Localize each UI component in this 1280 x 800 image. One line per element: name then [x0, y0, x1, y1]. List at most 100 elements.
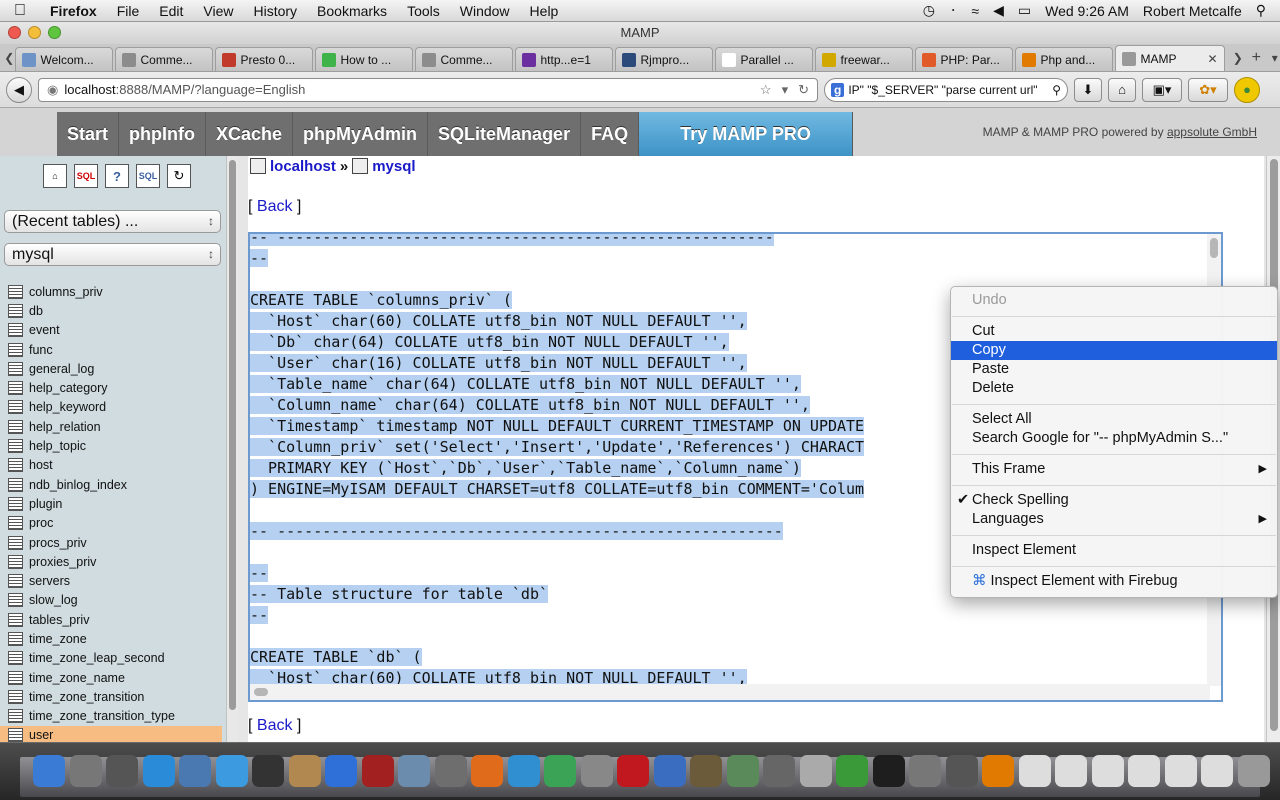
context-menu-item[interactable]: Copy	[951, 341, 1277, 360]
mamp-tab-xcache[interactable]: XCache	[206, 112, 294, 156]
bluetooth-icon[interactable]: ᛫	[949, 3, 957, 19]
app-store-icon[interactable]	[142, 755, 175, 787]
menu-app-firefox[interactable]: Firefox	[40, 3, 107, 19]
preview-icon[interactable]	[179, 755, 211, 787]
document-icon[interactable]	[1164, 755, 1197, 787]
table-name[interactable]: general_log	[29, 362, 94, 376]
textarea-horizontal-scrollbar[interactable]	[250, 684, 1210, 700]
context-menu-item[interactable]: Search Google for "-- phpMyAdmin S..."	[951, 429, 1277, 448]
sql-query-icon[interactable]: SQL	[74, 164, 98, 188]
home-button[interactable]: ⌂	[1108, 77, 1136, 102]
mamp-tab-sqlitemanager[interactable]: SQLiteManager	[428, 112, 582, 156]
home-icon[interactable]: ⌂	[43, 164, 67, 188]
spotlight-icon[interactable]: ⚲	[1256, 2, 1266, 19]
url-dropdown-icon[interactable]: ▾	[782, 82, 789, 98]
browser-tab[interactable]: Php and...	[1014, 47, 1113, 71]
safari-icon[interactable]	[215, 755, 248, 787]
document-icon[interactable]	[1201, 755, 1233, 787]
system-preferences-icon[interactable]	[434, 755, 467, 787]
table-list-item[interactable]: help_keyword	[8, 398, 222, 417]
automator-icon[interactable]	[909, 755, 941, 787]
table-icon[interactable]	[8, 381, 23, 396]
fetch-icon[interactable]	[507, 755, 540, 787]
user-name[interactable]: Robert Metcalfe	[1143, 3, 1242, 19]
url-bar[interactable]: ◉ localhost:8888/MAMP/?language=English …	[38, 77, 818, 102]
table-name[interactable]: help_category	[29, 381, 108, 395]
trash-icon[interactable]	[1237, 755, 1270, 787]
document-icon[interactable]	[1091, 755, 1124, 787]
table-list-item[interactable]: slow_log	[8, 591, 222, 610]
table-icon[interactable]	[8, 361, 23, 376]
minimize-window-icon[interactable]	[28, 26, 41, 39]
document-icon[interactable]	[1128, 755, 1160, 787]
apple-icon[interactable]: 	[0, 2, 40, 20]
terminal-icon[interactable]	[872, 755, 905, 787]
menu-bookmarks[interactable]: Bookmarks	[307, 3, 397, 19]
downloads-icon[interactable]	[945, 755, 978, 787]
table-name[interactable]: help_topic	[29, 439, 86, 453]
table-list-item[interactable]: proxies_priv	[8, 552, 222, 571]
table-name[interactable]: func	[29, 343, 53, 357]
table-list-item[interactable]: columns_priv	[8, 282, 222, 301]
browser-tab[interactable]: Rjmpro...	[614, 47, 713, 71]
back-link[interactable]: Back	[257, 198, 293, 215]
table-list-item[interactable]: time_zone_transition	[8, 687, 222, 706]
close-window-icon[interactable]	[8, 26, 21, 39]
table-icon[interactable]	[8, 342, 23, 357]
browser-tab[interactable]: Presto 0...	[214, 47, 313, 71]
browser-tab[interactable]: freewar...	[814, 47, 913, 71]
browser-tab[interactable]: Parallel ...	[714, 47, 813, 71]
opera-icon[interactable]	[617, 755, 649, 787]
table-icon[interactable]	[8, 709, 23, 724]
mamp-tab-try-pro[interactable]: Try MAMP PRO	[639, 112, 854, 156]
downloads-button[interactable]: ⬇	[1074, 77, 1102, 102]
context-menu-item[interactable]: Paste	[951, 360, 1277, 379]
menu-window[interactable]: Window	[450, 3, 520, 19]
left-frame-scrollbar[interactable]	[226, 156, 238, 742]
archive-icon[interactable]	[580, 755, 613, 787]
iphoto-icon[interactable]	[398, 755, 430, 787]
table-icon[interactable]	[8, 439, 23, 454]
table-name[interactable]: host	[29, 458, 53, 472]
browser-tab[interactable]: How to ...	[314, 47, 413, 71]
zoom-window-icon[interactable]	[48, 26, 61, 39]
table-name[interactable]: ndb_binlog_index	[29, 478, 127, 492]
menu-file[interactable]: File	[107, 3, 150, 19]
table-list-item[interactable]: event	[8, 321, 222, 340]
time-machine-icon[interactable]: ◷	[923, 2, 935, 19]
context-menu-item[interactable]: Inspect Element	[951, 541, 1277, 560]
search-bar[interactable]: g IP" "$_SERVER" "parse current url" ⚲	[824, 77, 1068, 102]
context-menu-item[interactable]: Delete	[951, 379, 1277, 398]
gimp-icon[interactable]	[690, 755, 722, 787]
table-icon[interactable]	[8, 400, 23, 415]
table-name[interactable]: slow_log	[29, 593, 78, 607]
menu-edit[interactable]: Edit	[149, 3, 193, 19]
mamp-icon[interactable]	[799, 755, 832, 787]
table-name[interactable]: proc	[29, 516, 53, 530]
context-menu-item[interactable]: ✔ Check Spelling	[951, 491, 1277, 510]
mamp-tab-phpinfo[interactable]: phpInfo	[119, 112, 206, 156]
script-editor-icon[interactable]	[836, 755, 868, 787]
table-name[interactable]: user	[29, 728, 53, 742]
table-name[interactable]: time_zone_leap_second	[29, 651, 165, 665]
menu-help[interactable]: Help	[520, 3, 569, 19]
google-icon[interactable]: g	[831, 82, 845, 97]
vlc-icon[interactable]	[982, 755, 1014, 787]
finder-icon[interactable]	[33, 755, 65, 787]
table-list-item[interactable]: servers	[8, 571, 222, 590]
back-button[interactable]: ◀	[6, 76, 32, 103]
breadcrumb-database-link[interactable]: mysql	[372, 158, 415, 175]
table-list-item[interactable]: help_topic	[8, 436, 222, 455]
sql-docs-icon[interactable]: SQL	[136, 164, 160, 188]
close-tab-icon[interactable]: ✕	[1207, 52, 1217, 66]
table-icon[interactable]	[8, 689, 23, 704]
table-icon[interactable]	[8, 477, 23, 492]
address-book-icon[interactable]	[288, 755, 321, 787]
table-list-item[interactable]: time_zone_name	[8, 668, 222, 687]
browser-tab[interactable]: Welcom...	[14, 47, 113, 71]
table-icon[interactable]	[8, 419, 23, 434]
table-list-item[interactable]: help_category	[8, 378, 222, 397]
table-icon[interactable]	[8, 496, 23, 511]
table-icon[interactable]	[8, 631, 23, 646]
xcode-icon[interactable]	[653, 755, 686, 787]
